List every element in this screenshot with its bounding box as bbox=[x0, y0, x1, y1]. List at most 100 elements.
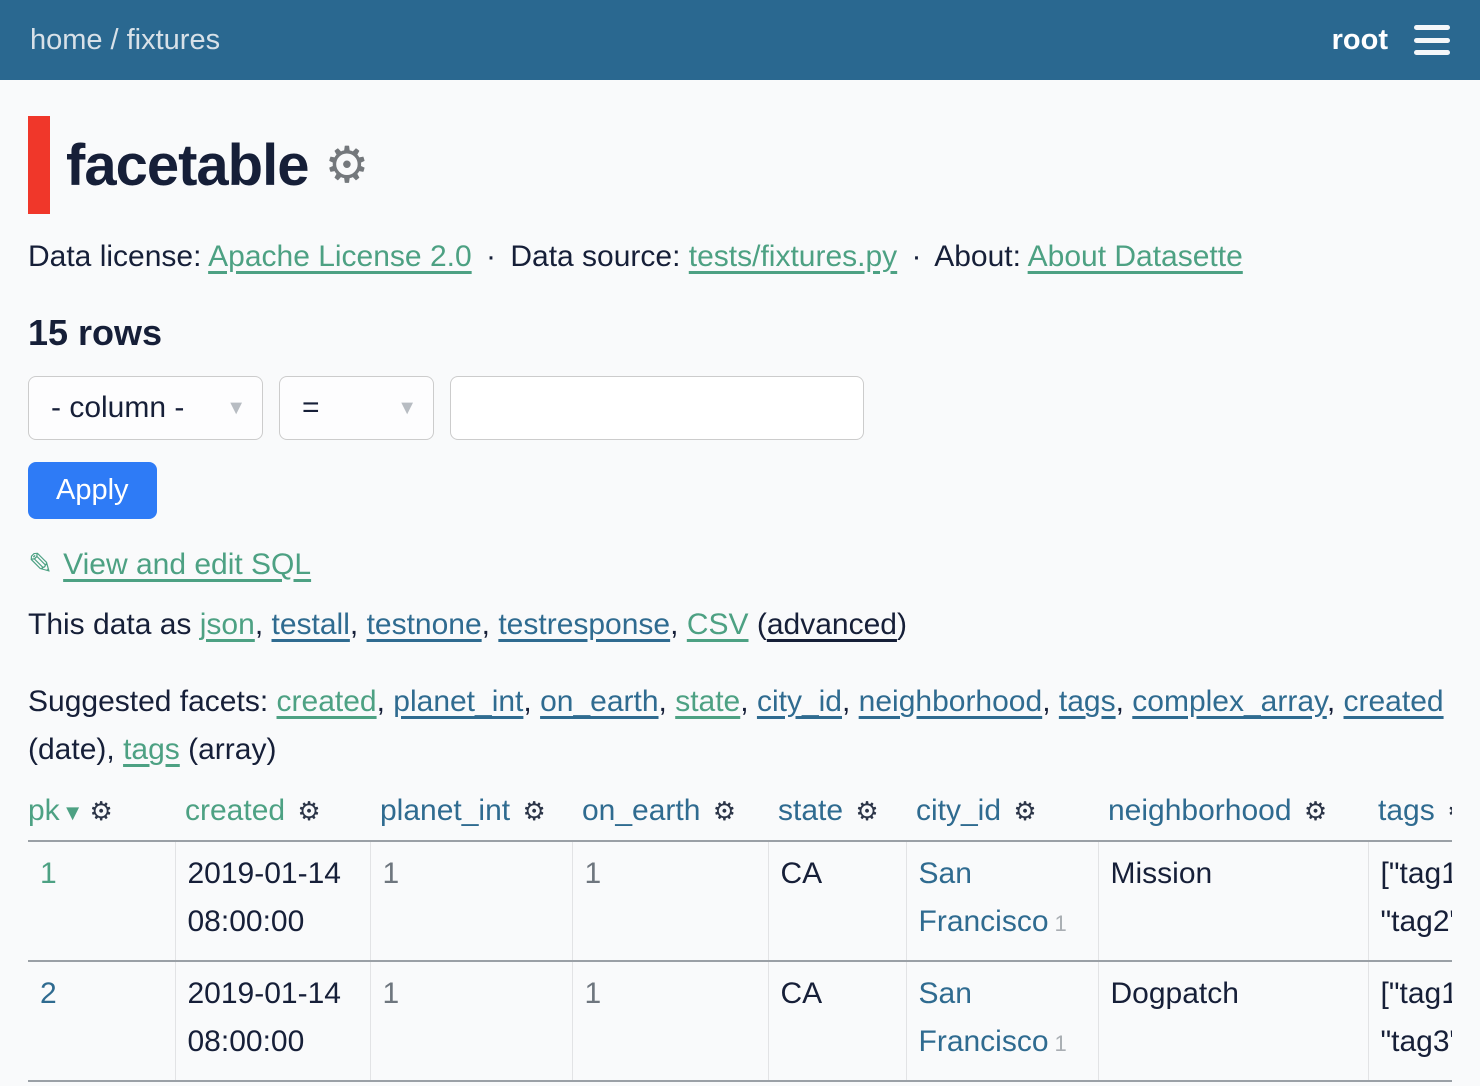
facet-link-planet-int[interactable]: planet_int bbox=[393, 685, 523, 718]
column-header-created: created ⚙ bbox=[175, 794, 370, 841]
column-link-on-earth[interactable]: on_earth bbox=[582, 794, 700, 827]
column-header-neighborhood: neighborhood ⚙ bbox=[1098, 794, 1368, 841]
about-label: About: bbox=[934, 240, 1021, 273]
column-cog-icon[interactable]: ⚙ bbox=[713, 796, 736, 826]
filter-column-select[interactable]: - column - ▼ bbox=[28, 376, 263, 440]
column-link-state[interactable]: state bbox=[778, 794, 843, 827]
source-link[interactable]: tests/fixtures.py bbox=[689, 240, 897, 273]
city-id-badge: 1 bbox=[1055, 1031, 1067, 1056]
page-title: facetable bbox=[66, 132, 308, 199]
cell-pk: 2 bbox=[28, 961, 175, 1081]
column-cog-icon[interactable]: ⚙ bbox=[297, 796, 320, 826]
table-header-row: pk▼⚙ created ⚙ planet_int ⚙ on_earth ⚙ s… bbox=[28, 794, 1452, 841]
filter-operator-value: = bbox=[302, 391, 320, 425]
city-link[interactable]: San Francisco bbox=[919, 857, 1049, 938]
column-cog-icon[interactable]: ⚙ bbox=[89, 796, 112, 826]
results-table-container: pk▼⚙ created ⚙ planet_int ⚙ on_earth ⚙ s… bbox=[28, 794, 1452, 1082]
row-pk-link[interactable]: 2 bbox=[40, 977, 57, 1010]
hamburger-menu-icon[interactable] bbox=[1414, 25, 1450, 55]
facet-link-complex-array[interactable]: complex_array bbox=[1132, 685, 1327, 718]
facet-link-created-date[interactable]: created bbox=[1344, 685, 1444, 718]
export-link-testnone[interactable]: testnone bbox=[367, 608, 482, 641]
facet-link-on-earth[interactable]: on_earth bbox=[540, 685, 658, 718]
facet-link-neighborhood[interactable]: neighborhood bbox=[859, 685, 1043, 718]
column-header-on-earth: on_earth ⚙ bbox=[572, 794, 768, 841]
license-link[interactable]: Apache License 2.0 bbox=[208, 240, 472, 273]
column-link-neighborhood[interactable]: neighborhood bbox=[1108, 794, 1292, 827]
column-cog-icon[interactable]: ⚙ bbox=[1447, 796, 1452, 826]
column-link-planet-int[interactable]: planet_int bbox=[380, 794, 510, 827]
column-header-pk: pk▼⚙ bbox=[28, 794, 175, 841]
about-link[interactable]: About Datasette bbox=[1028, 240, 1243, 273]
table-row: 2 2019-01-14 08:00:00 1 1 CA San Francis… bbox=[28, 961, 1452, 1081]
column-link-city-id[interactable]: city_id bbox=[916, 794, 1001, 827]
cell-city-id: San Francisco1 bbox=[906, 841, 1098, 961]
export-link-testresponse[interactable]: testresponse bbox=[498, 608, 670, 641]
cell-city-id: San Francisco1 bbox=[906, 961, 1098, 1081]
metadata-separator: · bbox=[486, 240, 496, 273]
cell-state: CA bbox=[768, 961, 906, 1081]
cell-pk: 1 bbox=[28, 841, 175, 961]
row-count: 15 rows bbox=[28, 312, 1452, 354]
title-accent-bar bbox=[28, 116, 50, 214]
metadata-separator: · bbox=[912, 240, 922, 273]
column-header-state: state ⚙ bbox=[768, 794, 906, 841]
sql-link-row: ✎ View and edit SQL bbox=[28, 547, 1452, 582]
facet-link-created[interactable]: created bbox=[277, 685, 377, 718]
facet-link-tags-array[interactable]: tags bbox=[123, 733, 180, 766]
export-prefix: This data as bbox=[28, 608, 191, 641]
user-menu-link[interactable]: root bbox=[1332, 24, 1388, 57]
facet-suffix: (date) bbox=[28, 733, 106, 766]
facet-suffix: (array) bbox=[180, 733, 277, 766]
cell-created: 2019-01-14 08:00:00 bbox=[175, 961, 370, 1081]
table-gear-icon[interactable]: ⚙ bbox=[324, 140, 369, 190]
row-pk-link[interactable]: 1 bbox=[40, 857, 57, 890]
apply-button[interactable]: Apply bbox=[28, 462, 157, 519]
column-header-city-id: city_id ⚙ bbox=[906, 794, 1098, 841]
column-cog-icon[interactable]: ⚙ bbox=[522, 796, 545, 826]
breadcrumb-fixtures-link[interactable]: fixtures bbox=[127, 24, 220, 56]
sort-desc-icon: ▼ bbox=[62, 800, 84, 825]
export-link-json[interactable]: json bbox=[200, 608, 255, 641]
facet-link-tags[interactable]: tags bbox=[1059, 685, 1116, 718]
breadcrumb-home-link[interactable]: home bbox=[30, 24, 103, 56]
table-metadata: Data license: Apache License 2.0 · Data … bbox=[28, 240, 1452, 274]
export-link-testall[interactable]: testall bbox=[272, 608, 350, 641]
facets-prefix: Suggested facets: bbox=[28, 685, 268, 718]
column-header-planet-int: planet_int ⚙ bbox=[370, 794, 572, 841]
column-cog-icon[interactable]: ⚙ bbox=[1304, 796, 1327, 826]
column-link-created[interactable]: created bbox=[185, 794, 285, 827]
column-cog-icon[interactable]: ⚙ bbox=[855, 796, 878, 826]
facet-link-city-id[interactable]: city_id bbox=[757, 685, 842, 718]
breadcrumb-separator: / bbox=[111, 24, 119, 56]
chevron-down-icon: ▼ bbox=[397, 397, 417, 420]
cell-neighborhood: Dogpatch bbox=[1098, 961, 1368, 1081]
view-edit-sql-link[interactable]: View and edit SQL bbox=[63, 548, 311, 582]
facet-link-state[interactable]: state bbox=[675, 685, 740, 718]
filter-form: - column - ▼ = ▼ bbox=[28, 376, 1452, 440]
chevron-down-icon: ▼ bbox=[226, 397, 246, 420]
breadcrumb: home/fixtures bbox=[30, 24, 220, 57]
filter-operator-select[interactable]: = ▼ bbox=[279, 376, 434, 440]
export-links-row: This data as json, testall, testnone, te… bbox=[28, 608, 1452, 642]
export-link-csv[interactable]: CSV bbox=[687, 608, 749, 641]
top-nav: home/fixtures root bbox=[0, 0, 1480, 80]
column-link-pk[interactable]: pk bbox=[28, 794, 60, 827]
cell-on-earth: 1 bbox=[572, 841, 768, 961]
cell-planet-int: 1 bbox=[370, 961, 572, 1081]
column-header-tags: tags ⚙ bbox=[1368, 794, 1452, 841]
license-label: Data license: bbox=[28, 240, 201, 273]
city-link[interactable]: San Francisco bbox=[919, 977, 1049, 1058]
pencil-icon: ✎ bbox=[28, 547, 53, 582]
column-cog-icon[interactable]: ⚙ bbox=[1013, 796, 1036, 826]
cell-neighborhood: Mission bbox=[1098, 841, 1368, 961]
filter-column-value: - column - bbox=[51, 391, 184, 425]
cell-tags: ["tag1", "tag3"] bbox=[1368, 961, 1452, 1081]
results-table: pk▼⚙ created ⚙ planet_int ⚙ on_earth ⚙ s… bbox=[28, 794, 1452, 1082]
city-id-badge: 1 bbox=[1055, 911, 1067, 936]
export-link-advanced[interactable]: advanced bbox=[767, 608, 897, 641]
cell-created: 2019-01-14 08:00:00 bbox=[175, 841, 370, 961]
filter-value-input[interactable] bbox=[450, 376, 864, 440]
suggested-facets-row: Suggested facets: created, planet_int, o… bbox=[28, 678, 1452, 774]
column-link-tags[interactable]: tags bbox=[1378, 794, 1435, 827]
